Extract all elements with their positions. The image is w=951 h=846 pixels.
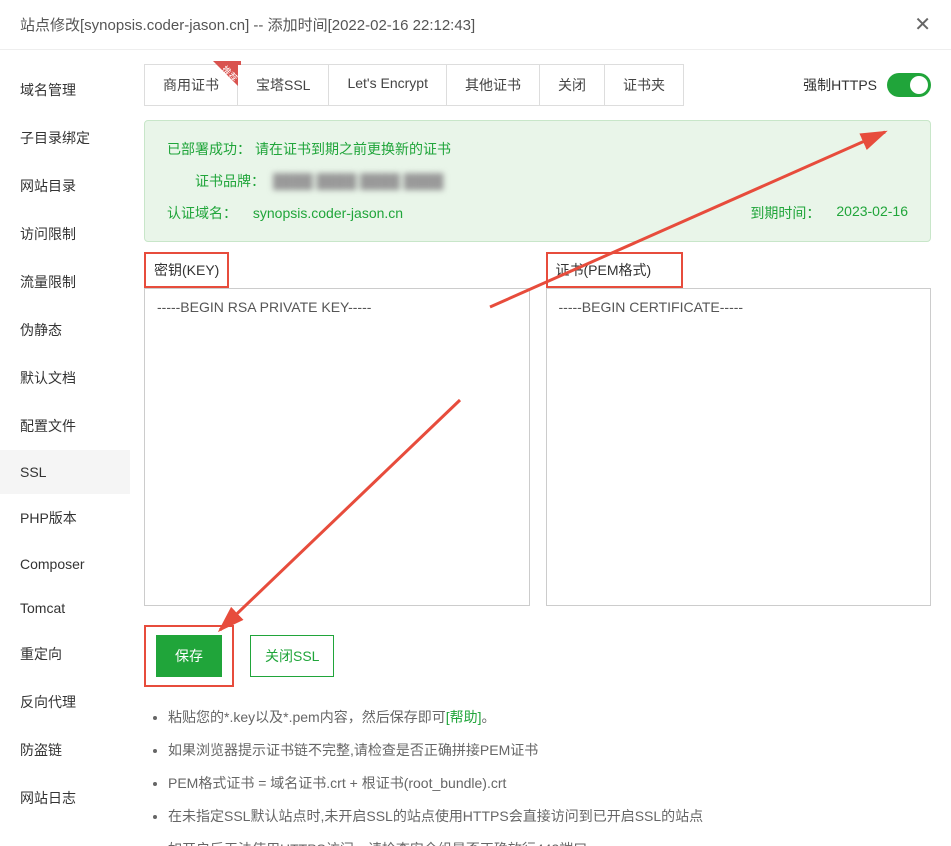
deployed-text: 请在证书到期之前更换新的证书 <box>255 139 451 159</box>
sidebar-item[interactable]: 伪静态 <box>0 306 130 354</box>
tab[interactable]: 关闭 <box>540 65 605 105</box>
tab[interactable]: 商用证书推荐 <box>145 65 238 105</box>
sidebar-item[interactable]: 网站目录 <box>0 162 130 210</box>
hints-list: 粘贴您的*.key以及*.pem内容，然后保存即可[帮助]。如果浏览器提示证书链… <box>144 701 931 846</box>
tab[interactable]: 证书夹 <box>605 65 683 105</box>
cert-textarea[interactable] <box>546 288 932 606</box>
hint-item: 如开启后无法使用HTTPS访问，请检查安全组是否正确放行443端口 <box>168 833 931 846</box>
brand-label: 证书品牌： <box>195 171 265 191</box>
dialog-title: 站点修改[synopsis.coder-jason.cn] -- 添加时间[20… <box>20 14 475 35</box>
hint-item: 如果浏览器提示证书链不完整,请检查是否正确拼接PEM证书 <box>168 734 931 767</box>
hint-item: 粘贴您的*.key以及*.pem内容，然后保存即可[帮助]。 <box>168 701 931 734</box>
success-box: 已部署成功： 请在证书到期之前更换新的证书 证书品牌： ████ ████ ██… <box>144 120 931 242</box>
expiry-value: 2023-02-16 <box>836 203 908 223</box>
domain-label: 认证域名： <box>167 205 237 221</box>
sidebar-item[interactable]: SSL <box>0 450 130 494</box>
tab[interactable]: 宝塔SSL <box>238 65 329 105</box>
domain-value: synopsis.coder-jason.cn <box>253 205 403 221</box>
sidebar: 域名管理子目录绑定网站目录访问限制流量限制伪静态默认文档配置文件SSLPHP版本… <box>0 50 130 846</box>
key-textarea[interactable] <box>144 288 530 606</box>
cert-label: 证书(PEM格式) <box>546 252 684 288</box>
close-icon[interactable]: ✕ <box>914 12 931 37</box>
hint-item: 在未指定SSL默认站点时,未开启SSL的站点使用HTTPS会直接访问到已开启SS… <box>168 800 931 833</box>
sidebar-item[interactable]: 反向代理 <box>0 678 130 726</box>
sidebar-item[interactable]: 访问限制 <box>0 210 130 258</box>
tab[interactable]: 其他证书 <box>447 65 540 105</box>
force-https-label: 强制HTTPS <box>803 75 877 95</box>
sidebar-item[interactable]: 流量限制 <box>0 258 130 306</box>
hint-item: PEM格式证书 = 域名证书.crt + 根证书(root_bundle).cr… <box>168 767 931 800</box>
save-button[interactable]: 保存 <box>156 635 222 677</box>
sidebar-item[interactable]: Composer <box>0 542 130 586</box>
sidebar-item[interactable]: 配置文件 <box>0 402 130 450</box>
sidebar-item[interactable]: 重定向 <box>0 630 130 678</box>
sidebar-item[interactable]: PHP版本 <box>0 494 130 542</box>
sidebar-item[interactable]: 子目录绑定 <box>0 114 130 162</box>
key-label: 密钥(KEY) <box>144 252 229 288</box>
expiry-label: 到期时间： <box>750 203 820 223</box>
tab[interactable]: Let's Encrypt <box>329 65 447 105</box>
brand-value: ████ ████ ████ ████ <box>273 173 443 189</box>
sidebar-item[interactable]: 防盗链 <box>0 726 130 774</box>
force-https-toggle[interactable] <box>887 73 931 97</box>
sidebar-item[interactable]: 域名管理 <box>0 66 130 114</box>
sidebar-item[interactable]: Tomcat <box>0 586 130 630</box>
deployed-label: 已部署成功： <box>167 139 251 159</box>
close-ssl-button[interactable]: 关闭SSL <box>250 635 334 677</box>
sidebar-item[interactable]: 默认文档 <box>0 354 130 402</box>
sidebar-item[interactable]: 网站日志 <box>0 774 130 822</box>
help-link[interactable]: [帮助] <box>446 709 482 725</box>
ssl-tabs: 商用证书推荐宝塔SSLLet's Encrypt其他证书关闭证书夹 <box>144 64 684 106</box>
